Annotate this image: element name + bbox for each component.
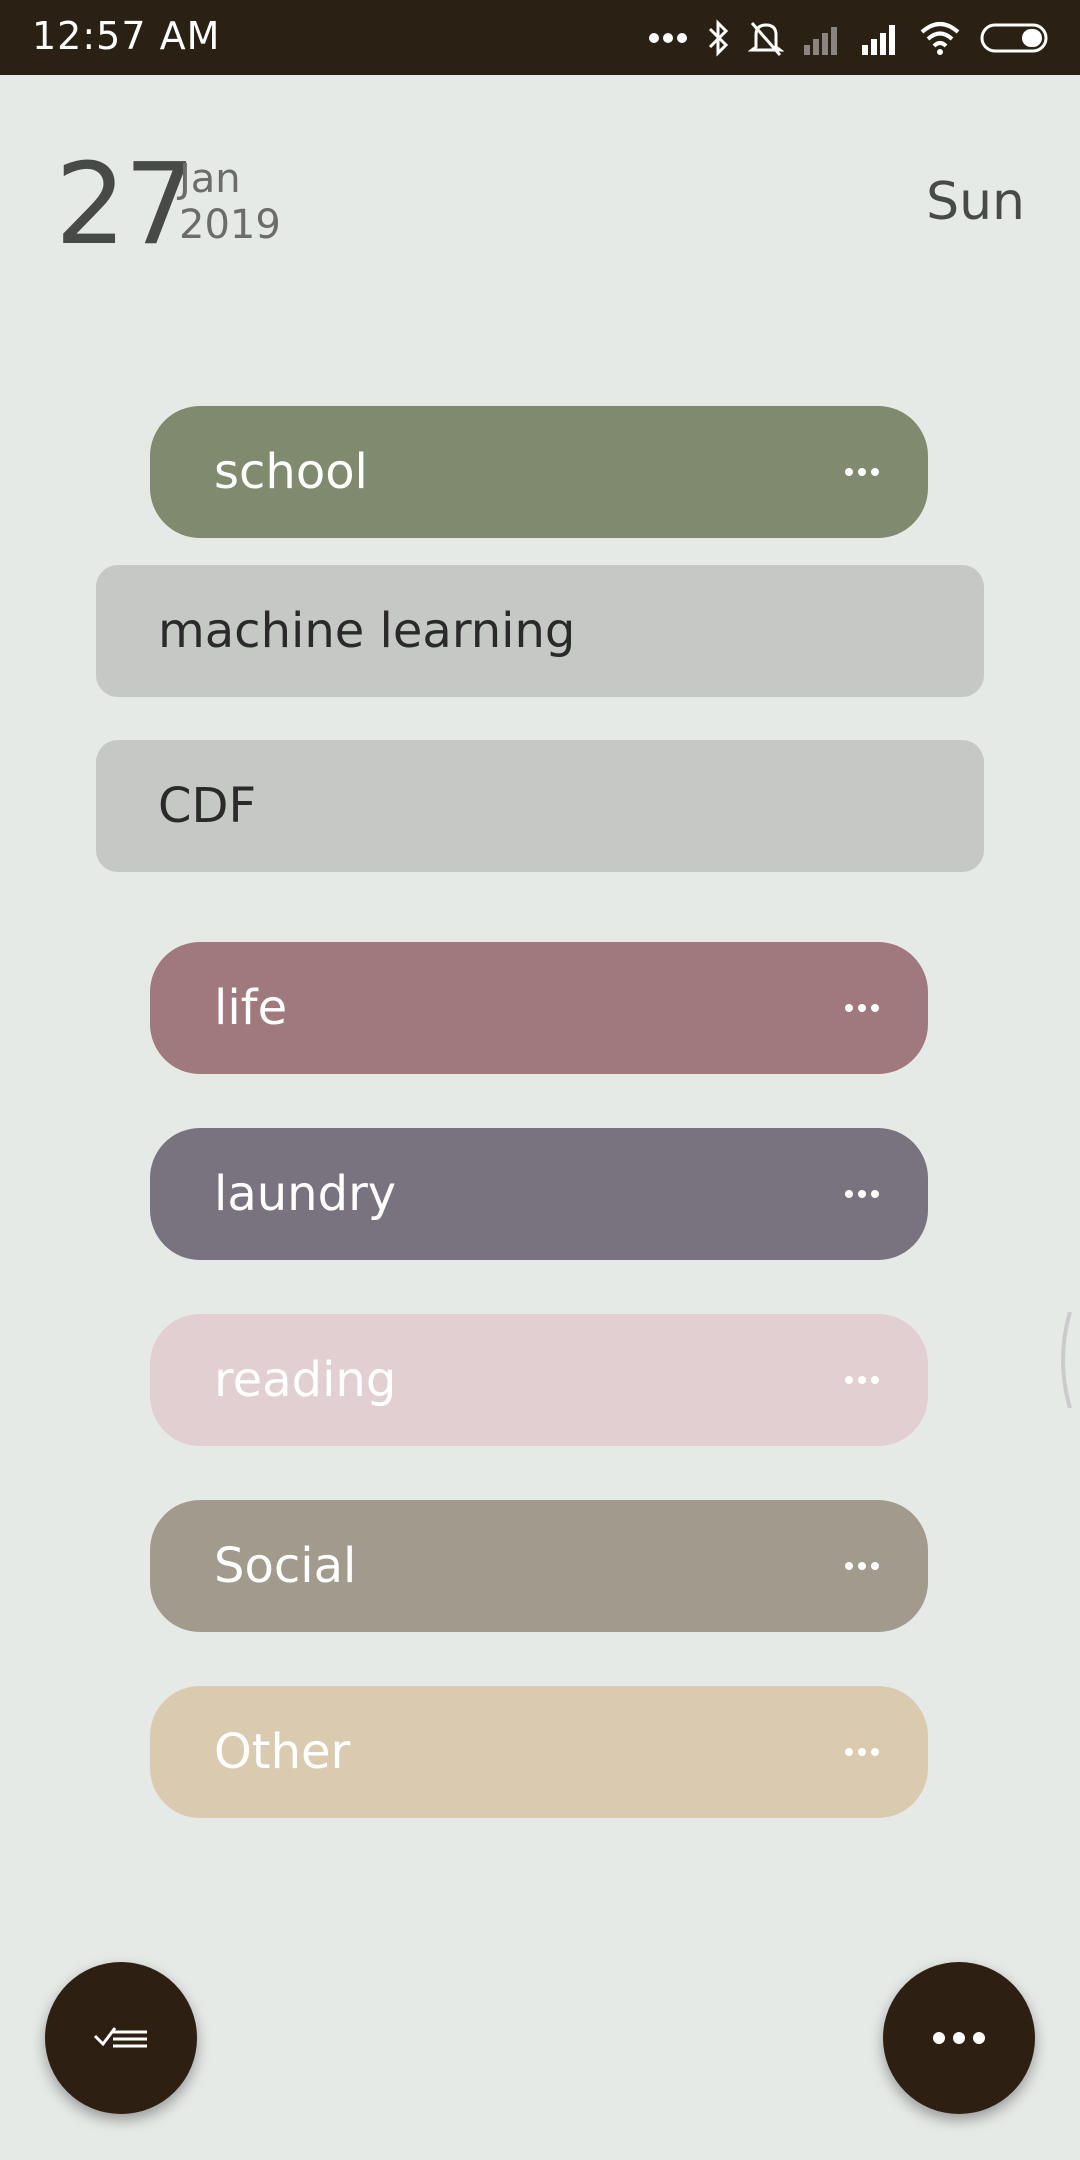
checklist-icon <box>91 2016 151 2060</box>
wifi-icon <box>918 20 962 56</box>
category-social[interactable]: Social <box>150 1500 928 1632</box>
category-more-icon[interactable] <box>822 1732 902 1772</box>
category-school[interactable]: school <box>150 406 928 538</box>
status-icons <box>648 16 1050 60</box>
category-label: life <box>214 980 288 1036</box>
category-more-icon[interactable] <box>822 452 902 492</box>
category-reading[interactable]: reading <box>150 1314 928 1446</box>
date-month: Jan <box>179 156 241 202</box>
category-laundry[interactable]: laundry <box>150 1128 928 1260</box>
more-icon <box>933 2032 985 2044</box>
category-label: school <box>214 444 368 500</box>
category-label: laundry <box>214 1166 397 1222</box>
category-more-icon[interactable] <box>822 1546 902 1586</box>
alarm-off-icon <box>748 19 784 57</box>
signal-icon <box>860 21 900 55</box>
category-more-icon[interactable] <box>822 1174 902 1214</box>
category-label: Other <box>214 1724 351 1780</box>
edge-drawer-handle[interactable] <box>1054 1310 1074 1410</box>
checklist-button[interactable] <box>45 1962 197 2114</box>
subitem-label: machine learning <box>158 603 576 659</box>
category-label: Social <box>214 1538 357 1594</box>
weekday-label: Sun <box>926 172 1025 232</box>
subitem-machine-learning[interactable]: machine learning <box>96 565 984 697</box>
category-other[interactable]: Other <box>150 1686 928 1818</box>
subitem-label: CDF <box>158 778 257 834</box>
subitem-cdf[interactable]: CDF <box>96 740 984 872</box>
date-year: 2019 <box>179 202 281 248</box>
more-dots-icon <box>648 32 688 44</box>
status-time: 12:57 AM <box>32 14 221 58</box>
more-button[interactable] <box>883 1962 1035 2114</box>
status-bar: 12:57 AM <box>0 0 1080 75</box>
category-life[interactable]: life <box>150 942 928 1074</box>
category-label: reading <box>214 1352 397 1408</box>
bluetooth-icon <box>706 19 730 57</box>
battery-icon <box>980 21 1050 55</box>
category-more-icon[interactable] <box>822 1360 902 1400</box>
date-day: 27 <box>55 140 196 270</box>
signal-weak-icon <box>802 21 842 55</box>
category-more-icon[interactable] <box>822 988 902 1028</box>
